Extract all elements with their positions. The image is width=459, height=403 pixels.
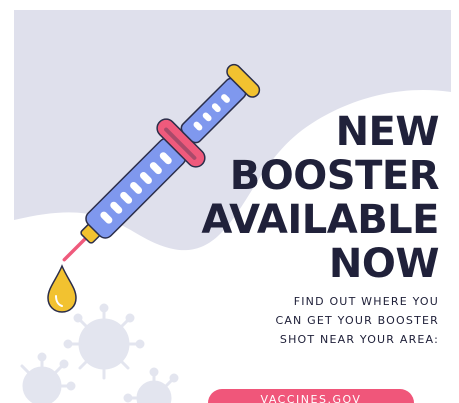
virus-particle-icon [63,303,145,380]
poster-canvas: NEW BOOSTER AVAILABLE NOW FIND OUT WHERE… [0,0,459,403]
virus-particle-icon [123,367,179,403]
headline-line-1: NEW [335,109,440,155]
virus-particle-icon [20,352,76,403]
instructions-text: FIND OUT WHERE YOU CAN GET YOUR BOOSTER … [199,292,439,349]
headline: NEW BOOSTER AVAILABLE NOW [179,110,439,286]
vaccines-gov-button[interactable]: VACCINES.GOV [208,389,414,403]
headline-line-3: AVAILABLE [201,197,439,243]
instructions-line-2: CAN GET YOUR BOOSTER [275,314,439,327]
headline-line-4: NOW [328,241,440,287]
headline-line-2: BOOSTER [229,153,440,199]
booster-poster: NEW BOOSTER AVAILABLE NOW FIND OUT WHERE… [14,10,451,403]
instructions-line-3: SHOT NEAR YOUR AREA: [279,333,439,346]
instructions-line-1: FIND OUT WHERE YOU [293,295,439,308]
